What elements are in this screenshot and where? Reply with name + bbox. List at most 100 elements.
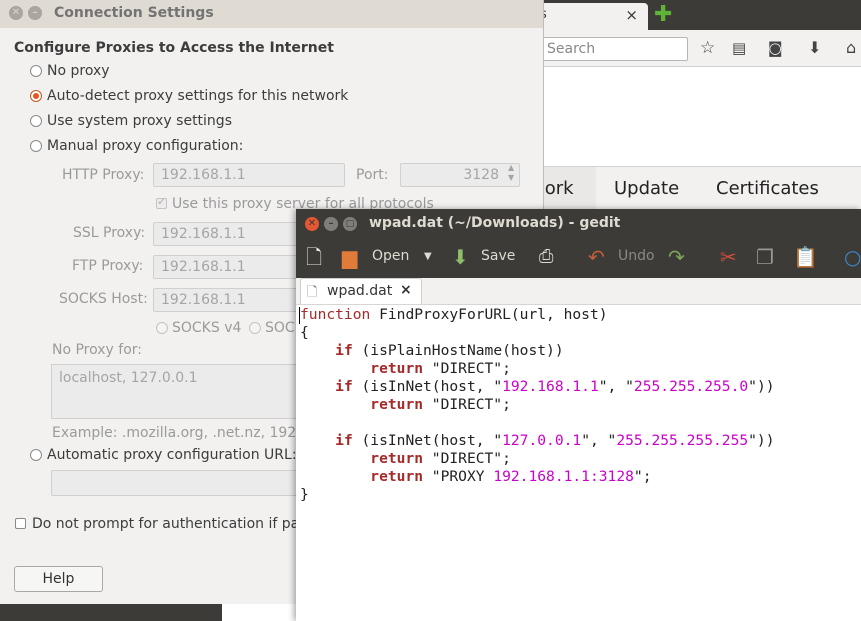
code-text: (isInNet(host, " (352, 432, 503, 449)
code-keyword: return (370, 468, 424, 485)
code-string: 127.0.0.1 (502, 432, 582, 449)
code-string: 255.255.255.0 (633, 378, 749, 395)
radio-manual-proxy[interactable] (30, 140, 42, 152)
redo-icon[interactable]: ↷ (668, 245, 685, 269)
dialog-heading: Configure Proxies to Access the Internet (14, 40, 334, 56)
code-text: (isPlainHostName(host)) (352, 342, 564, 359)
print-icon[interactable]: ⎙ (539, 245, 553, 269)
code-text: ", " (598, 378, 634, 395)
bookmark-star-icon[interactable]: ☆ (700, 38, 715, 58)
reading-list-icon[interactable]: ▤ (732, 38, 746, 58)
same-proxy-checkbox[interactable] (156, 195, 167, 209)
code-text: { (300, 324, 309, 341)
socks-host-label: SOCKS Host: (59, 291, 148, 307)
tab-label: wpad.dat (327, 283, 393, 299)
help-button[interactable]: Help (14, 566, 103, 592)
search-icon[interactable]: ○ (844, 245, 861, 269)
code-string: 192.168.1.1:3128 (493, 468, 634, 485)
radio-socks-v5[interactable] (249, 322, 261, 334)
close-tab-icon[interactable]: × (625, 6, 638, 24)
save-icon[interactable]: ⬇ (452, 245, 469, 269)
open-dropdown-icon[interactable]: ▼ (424, 251, 432, 262)
paste-icon[interactable]: 📋 (793, 245, 818, 269)
radio-socks-v4[interactable] (156, 322, 168, 334)
radio-auto-proxy-url[interactable] (30, 449, 42, 461)
window-edge (222, 604, 302, 621)
gedit-titlebar: ✕ – □ wpad.dat (~/Downloads) - gedit (296, 209, 861, 240)
http-proxy-label: HTTP Proxy: (62, 167, 145, 183)
gedit-window: ✕ – □ wpad.dat (~/Downloads) - gedit 🗋 ▆… (296, 209, 861, 621)
code-text: "; (633, 468, 652, 485)
open-folder-icon[interactable]: ▆ (342, 245, 357, 269)
dialog-title: Connection Settings (54, 5, 214, 21)
code-string: 192.168.1.1 (502, 378, 599, 395)
code-keyword: return (370, 396, 424, 413)
dialog-titlebar: ✕ – Connection Settings (0, 0, 543, 28)
radio-auto-proxy-url-label[interactable]: Automatic proxy configuration URL: (47, 447, 297, 463)
radio-manual-proxy-label[interactable]: Manual proxy configuration: (47, 138, 243, 154)
pocket-icon[interactable]: ◙ (768, 38, 783, 58)
open-button[interactable]: Open (372, 248, 409, 264)
port-field[interactable]: 3128 (400, 163, 520, 187)
auto-proxy-url-field[interactable] (51, 470, 301, 496)
code-string: 255.255.255.255 (616, 432, 749, 449)
code-text: "DIRECT"; (423, 396, 511, 413)
undo-icon[interactable]: ↶ (588, 245, 605, 269)
code-text: "DIRECT"; (423, 360, 511, 377)
close-icon[interactable]: ✕ (9, 6, 23, 20)
ftp-proxy-field[interactable]: 192.168.1.1 (153, 255, 303, 279)
http-proxy-field[interactable]: 192.168.1.1 (153, 163, 345, 187)
tab-certificates[interactable]: Certificates (716, 178, 819, 199)
code-keyword: if (335, 432, 353, 449)
radio-auto-detect[interactable] (30, 90, 42, 102)
gedit-title: wpad.dat (~/Downloads) - gedit (369, 215, 621, 231)
code-text: (isInNet(host, " (352, 378, 503, 395)
code-keyword: return (370, 450, 424, 467)
code-keyword: return (370, 360, 424, 377)
minimize-icon[interactable]: – (28, 6, 42, 20)
radio-system-proxy[interactable] (30, 115, 42, 127)
code-text: ")) (748, 378, 775, 395)
preferences-tabs: work Update Certificates (530, 166, 861, 210)
maximize-icon[interactable]: □ (343, 217, 357, 231)
radio-no-proxy[interactable] (30, 65, 42, 77)
document-icon: 🗋 (307, 285, 318, 300)
no-prompt-auth-label[interactable]: Do not prompt for authentication if pas (32, 516, 307, 532)
new-document-icon[interactable]: 🗋 (306, 245, 322, 269)
radio-auto-detect-label[interactable]: Auto-detect proxy settings for this netw… (47, 88, 348, 104)
minimize-icon[interactable]: – (324, 217, 338, 231)
socks-host-field[interactable]: 192.168.1.1 (153, 288, 303, 312)
port-label: Port: (356, 167, 389, 183)
home-icon[interactable]: ⌂ (846, 38, 856, 58)
search-input[interactable]: Search (540, 37, 688, 61)
close-tab-icon[interactable]: × (400, 282, 412, 298)
radio-no-proxy-label[interactable]: No proxy (47, 63, 110, 79)
download-icon[interactable]: ⬇ (808, 38, 821, 58)
radio-system-proxy-label[interactable]: Use system proxy settings (47, 113, 232, 129)
ftp-proxy-label: FTP Proxy: (72, 258, 144, 274)
code-keyword: function (300, 306, 371, 323)
code-text: "DIRECT"; (423, 450, 511, 467)
close-icon[interactable]: ✕ (305, 217, 319, 231)
tab-update[interactable]: Update (614, 178, 679, 199)
code-text: } (300, 486, 309, 503)
tab-wpad-dat[interactable]: 🗋 wpad.dat × (300, 278, 422, 304)
port-spinner-icon[interactable]: ▲ ▼ (508, 163, 514, 183)
code-text: ", " (581, 432, 617, 449)
save-button[interactable]: Save (481, 248, 515, 264)
search-placeholder: Search (547, 41, 596, 57)
socks-v4-label: SOCKS v4 (172, 320, 242, 336)
code-text: FindProxyForURL(url, host) (370, 306, 608, 323)
copy-icon[interactable]: ❐ (756, 245, 774, 269)
ssl-proxy-label: SSL Proxy: (73, 225, 146, 241)
cut-icon[interactable]: ✂ (720, 245, 737, 269)
no-proxy-for-textarea[interactable]: localhost, 127.0.0.1 (51, 364, 301, 419)
gedit-tab-bar: 🗋 wpad.dat × (296, 278, 861, 305)
ssl-proxy-field[interactable]: 192.168.1.1 (153, 222, 303, 246)
code-editor[interactable]: function FindProxyForURL(url, host) { if… (300, 306, 775, 504)
new-tab-icon[interactable]: ✚ (654, 4, 674, 26)
no-proxy-for-label: No Proxy for: (52, 342, 143, 358)
code-text: ")) (748, 432, 775, 449)
no-prompt-auth-checkbox[interactable] (15, 518, 26, 529)
undo-button[interactable]: Undo (618, 248, 655, 264)
